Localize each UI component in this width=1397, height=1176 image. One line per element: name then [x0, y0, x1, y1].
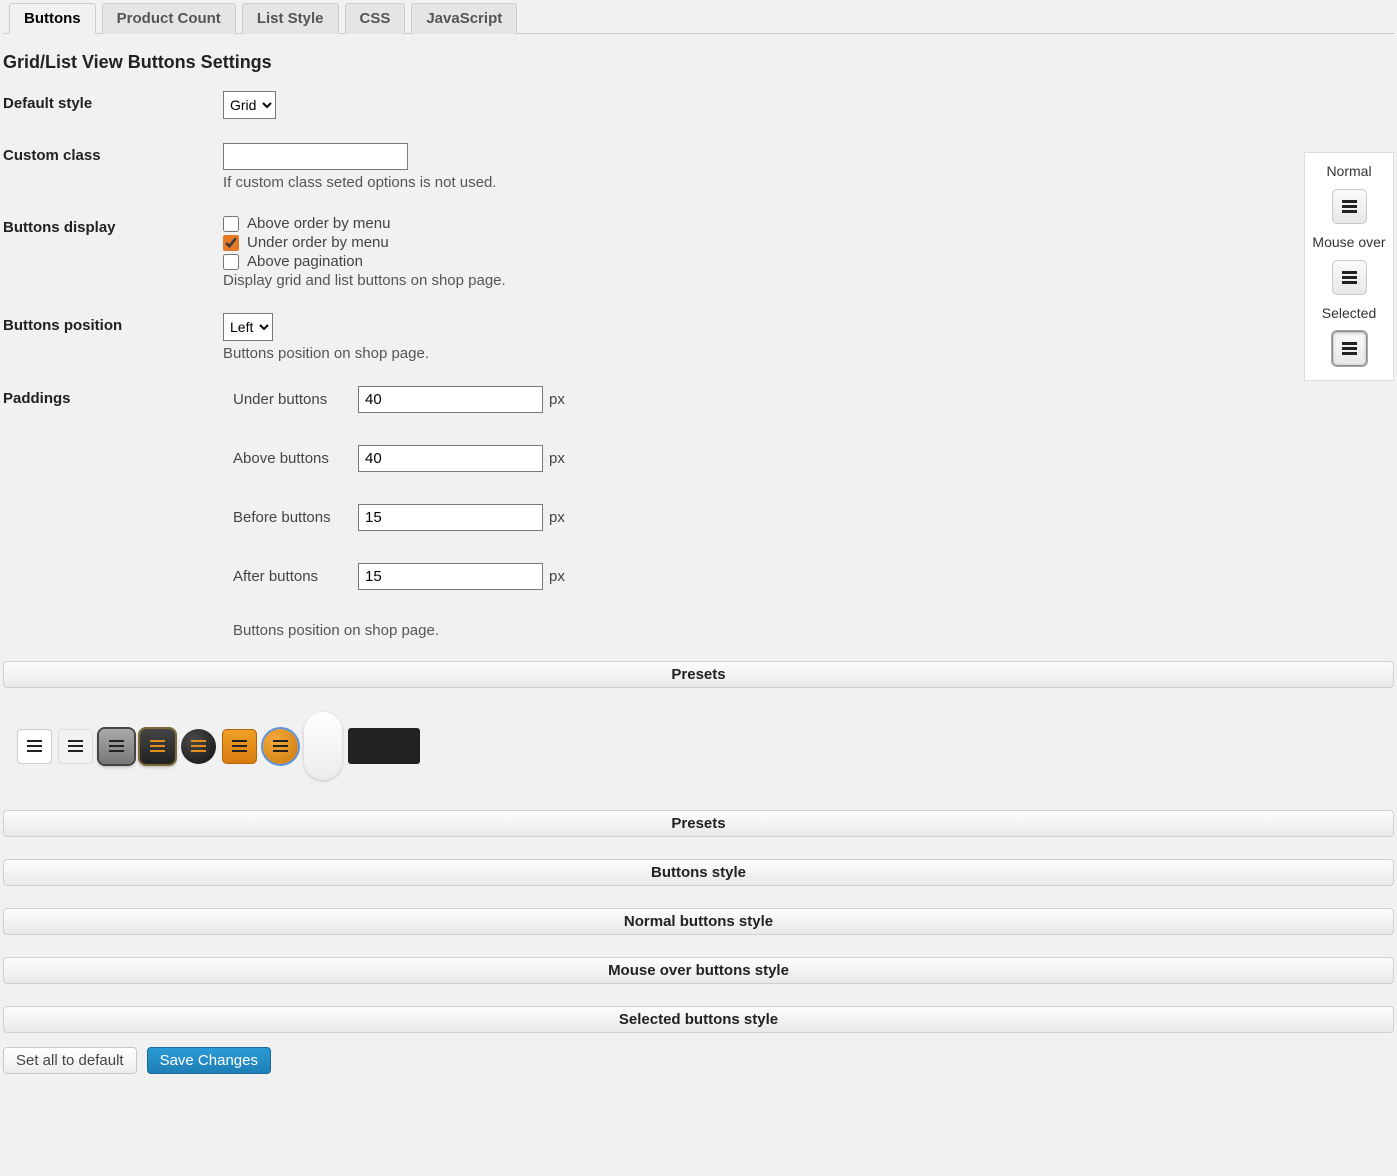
- preview-selected-button[interactable]: [1332, 331, 1367, 366]
- tab-buttons[interactable]: Buttons: [9, 3, 96, 34]
- pad-above-unit: px: [549, 450, 565, 467]
- custom-class-input[interactable]: [223, 143, 408, 170]
- checkbox-under-order[interactable]: [223, 235, 239, 251]
- checkbox-above-order-label: Above order by menu: [247, 215, 390, 232]
- pad-after-unit: px: [549, 568, 565, 585]
- style-preview-panel: Normal Mouse over Selected: [1304, 152, 1394, 381]
- buttons-position-desc: Buttons position on shop page.: [223, 345, 1394, 362]
- tabs-bar: Buttons Product Count List Style CSS Jav…: [3, 3, 1394, 34]
- preset-swatch-1[interactable]: [17, 729, 52, 764]
- accordion-presets-2[interactable]: Presets: [3, 810, 1394, 837]
- reset-button[interactable]: Set all to default: [3, 1047, 137, 1074]
- preset-swatch-3[interactable]: [99, 729, 134, 764]
- pad-under-label: Under buttons: [233, 391, 358, 408]
- accordion-buttons-style[interactable]: Buttons style: [3, 859, 1394, 886]
- accordion-normal-style[interactable]: Normal buttons style: [3, 908, 1394, 935]
- tab-list-style[interactable]: List Style: [242, 3, 339, 34]
- preview-selected-label: Selected: [1322, 305, 1376, 321]
- tab-javascript[interactable]: JavaScript: [411, 3, 517, 34]
- accordion-presets-1[interactable]: Presets: [3, 661, 1394, 688]
- pad-after-label: After buttons: [233, 568, 358, 585]
- pad-above-input[interactable]: [358, 445, 543, 472]
- tab-css[interactable]: CSS: [345, 3, 406, 34]
- default-style-label: Default style: [3, 91, 223, 112]
- default-style-select[interactable]: Grid: [223, 91, 276, 119]
- preview-mouseover-button[interactable]: [1332, 260, 1367, 295]
- accordion-mouseover-style[interactable]: Mouse over buttons style: [3, 957, 1394, 984]
- preview-normal-button[interactable]: [1332, 189, 1367, 224]
- section-title: Grid/List View Buttons Settings: [3, 52, 1394, 73]
- preset-swatch-4[interactable]: [140, 729, 175, 764]
- buttons-display-desc: Display grid and list buttons on shop pa…: [223, 272, 1394, 289]
- buttons-position-select[interactable]: Left: [223, 313, 273, 341]
- menu-icon: [1342, 205, 1357, 207]
- checkbox-above-pagination[interactable]: [223, 254, 239, 270]
- pad-after-input[interactable]: [358, 563, 543, 590]
- preset-swatch-row: [3, 688, 1394, 810]
- tab-product-count[interactable]: Product Count: [102, 3, 236, 34]
- pad-before-unit: px: [549, 509, 565, 526]
- custom-class-label: Custom class: [3, 143, 223, 164]
- preview-mouseover-label: Mouse over: [1312, 234, 1385, 250]
- paddings-desc: Buttons position on shop page.: [233, 622, 1394, 639]
- preset-swatch-2[interactable]: [58, 729, 93, 764]
- preset-swatch-5[interactable]: [181, 729, 216, 764]
- save-button[interactable]: Save Changes: [147, 1047, 271, 1074]
- menu-icon: [1342, 347, 1357, 349]
- preset-swatch-7[interactable]: [263, 729, 298, 764]
- buttons-position-label: Buttons position: [3, 313, 223, 334]
- checkbox-above-pagination-label: Above pagination: [247, 253, 363, 270]
- accordion-selected-style[interactable]: Selected buttons style: [3, 1006, 1394, 1033]
- checkbox-under-order-label: Under order by menu: [247, 234, 389, 251]
- pad-before-input[interactable]: [358, 504, 543, 531]
- preview-normal-label: Normal: [1326, 163, 1371, 179]
- custom-class-desc: If custom class seted options is not use…: [223, 174, 1394, 191]
- pad-under-unit: px: [549, 391, 565, 408]
- checkbox-above-order[interactable]: [223, 216, 239, 232]
- pad-above-label: Above buttons: [233, 450, 358, 467]
- buttons-display-label: Buttons display: [3, 215, 223, 236]
- preset-swatch-6[interactable]: [222, 729, 257, 764]
- pad-under-input[interactable]: [358, 386, 543, 413]
- pad-before-label: Before buttons: [233, 509, 358, 526]
- paddings-label: Paddings: [3, 386, 223, 407]
- preset-swatch-9[interactable]: [348, 728, 420, 764]
- menu-icon: [1342, 276, 1357, 278]
- preset-swatch-8[interactable]: [304, 712, 342, 780]
